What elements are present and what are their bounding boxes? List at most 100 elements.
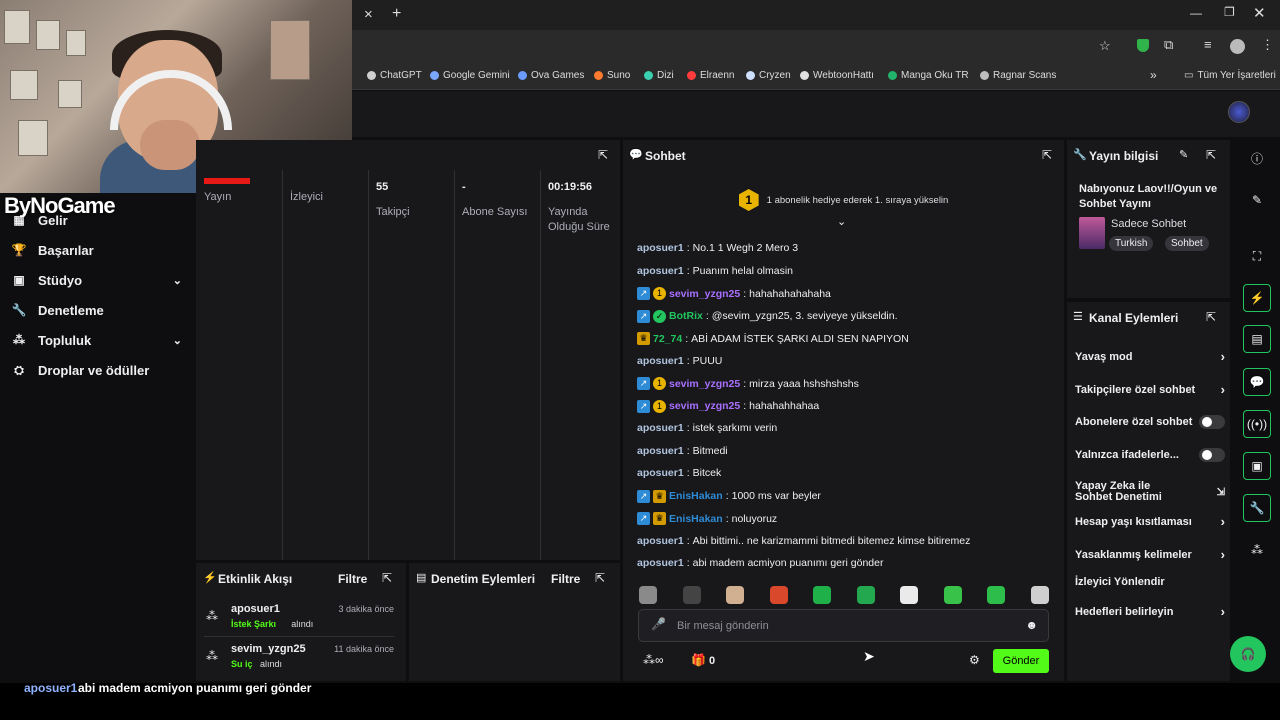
channel-action-item[interactable]: Yavaş mod › [1075,349,1225,364]
more-bookmarks-icon[interactable]: » [1150,68,1157,82]
bookmark-item[interactable]: Cryzen [746,70,791,81]
chat-username[interactable]: aposuer1 [637,242,684,254]
external-link-icon[interactable]: ⇲ [1217,487,1225,498]
emote-icon[interactable] [769,586,788,604]
chat-username[interactable]: sevim_yzgn25 [669,288,740,300]
chevron-down-icon[interactable]: ⌄ [173,274,182,287]
emote-icon[interactable] [900,586,918,604]
bookmark-item[interactable]: Ova Games [518,70,584,81]
mic-icon[interactable]: 🎤 [651,617,666,631]
edit-pencil-icon[interactable]: ✎ [1179,148,1188,161]
media-icon[interactable]: ≡ [1204,37,1212,52]
channel-action-item[interactable]: İzleyici Yönlendir [1075,576,1225,588]
emote-icon[interactable] [1030,586,1049,604]
bookmark-item[interactable]: Dizi [644,70,674,81]
channel-action-item[interactable]: Abonelere özel sohbet [1075,415,1225,429]
wrench-icon[interactable]: 🔧 [1243,494,1271,522]
new-tab-icon[interactable]: + [392,5,401,23]
minimize-icon[interactable]: — [1190,6,1202,20]
emote-icon[interactable] [813,586,831,604]
bookmark-item[interactable]: WebtoonHattı [800,70,874,81]
community-points-icon[interactable]: ⁂∞ [643,653,664,667]
profile-icon[interactable] [1230,39,1245,54]
chat-icon[interactable]: 💬 [1243,368,1271,396]
chevron-down-icon[interactable]: ⌄ [173,334,182,347]
chat-username[interactable]: sevim_yzgn25 [669,378,740,390]
chat-username[interactable]: 72_74 [653,333,682,345]
emote-icon[interactable] [639,586,657,604]
close-window-icon[interactable]: ✕ [1253,4,1266,22]
gift-icon[interactable]: 🎁 [691,653,706,667]
tag-pill[interactable]: Turkish [1109,236,1154,251]
emote-icon[interactable] [726,586,744,604]
chevron-right-icon[interactable]: › [1221,604,1225,619]
chat-username[interactable]: aposuer1 [637,445,684,457]
chat-username[interactable]: aposuer1 [637,422,684,434]
emote-icon[interactable] [682,586,701,604]
popout-icon[interactable]: ⇱ [1206,148,1216,162]
sidebar-item[interactable]: 🏆 Başarılar [12,238,182,262]
bookmark-item[interactable]: Google Gemini [430,70,510,81]
chat-username[interactable]: EnisHakan [669,513,723,525]
support-headset-icon[interactable]: 🎧 [1230,636,1266,672]
emote-icon[interactable] [987,586,1005,604]
emoji-icon[interactable]: ☻ [1025,618,1038,632]
channel-action-item[interactable]: Hedefleri belirleyin › [1075,604,1225,619]
popout-icon[interactable]: ⇱ [595,571,605,585]
chevron-right-icon[interactable]: › [1221,514,1225,529]
sidebar-item[interactable]: ⛭ Droplar ve ödüller [12,358,182,382]
chevron-right-icon[interactable]: › [1221,547,1225,562]
sidebar-item[interactable]: ▣ Stüdyo ⌄ [12,268,182,292]
chat-username[interactable]: aposuer1 [637,535,684,547]
screenshot-icon[interactable]: ⛶ [1243,242,1271,270]
chevron-right-icon[interactable]: › [1221,382,1225,397]
tag-pill[interactable]: Sohbet [1165,236,1209,251]
lightning-icon[interactable]: ⚡ [1243,284,1271,312]
channel-action-item[interactable]: Yapay Zeka ile Sohbet Denetimi ⇲ [1075,481,1225,503]
bookmark-item[interactable]: Manga Oku TR [888,70,969,81]
channel-action-item[interactable]: Yalnızca ifadelerle... [1075,448,1225,462]
notes-icon[interactable]: ▤ [1243,325,1271,353]
sidebar-item[interactable]: ⁂ Topluluk ⌄ [12,328,182,352]
emote-icon[interactable] [856,586,875,604]
emote-icon[interactable] [943,586,962,604]
popout-icon[interactable]: ⇱ [1042,148,1052,162]
popout-icon[interactable]: ⇱ [1206,310,1216,324]
send-button[interactable]: Gönder [993,649,1049,673]
maximize-icon[interactable]: ❐ [1224,5,1235,19]
chat-username[interactable]: aposuer1 [637,467,684,479]
star-icon[interactable]: ☆ [1099,38,1111,54]
channel-action-item[interactable]: Yasaklanmış kelimeler › [1075,547,1225,562]
activity-filter-button[interactable]: Filtre [338,572,367,586]
chat-username[interactable]: aposuer1 [637,265,684,277]
channel-action-item[interactable]: Takipçilere özel sohbet › [1075,382,1225,397]
broadcast-icon[interactable]: ((•)) [1243,410,1271,438]
info-icon[interactable]: ⓘ [1243,144,1271,172]
bookmark-item[interactable]: Elraenn [687,70,734,81]
menu-icon[interactable]: ⋮ [1261,37,1274,53]
bookmark-item[interactable]: Suno [594,70,630,81]
extensions-icon[interactable]: ⧉ [1164,37,1173,53]
toggle-switch[interactable] [1199,415,1225,429]
chevron-right-icon[interactable]: › [1221,349,1225,364]
popout-icon[interactable]: ⇱ [598,148,608,162]
chat-username[interactable]: aposuer1 [637,557,684,569]
toggle-switch[interactable] [1199,448,1225,462]
chat-input[interactable]: 🎤 Bir mesaj gönderin ☻ [638,609,1049,642]
user-avatar[interactable] [1228,101,1250,123]
community-icon[interactable]: ⁂ [1243,536,1271,564]
bookmark-item[interactable]: ChatGPT [367,70,422,81]
popout-icon[interactable]: ⇱ [382,571,392,585]
chat-username[interactable]: sevim_yzgn25 [669,400,740,412]
bookmark-item[interactable]: Ragnar Scans [980,70,1056,81]
pinned-toggle-icon[interactable]: ⌄ [837,215,846,228]
close-tab-icon[interactable]: × [364,6,373,23]
chat-username[interactable]: BotRix [669,310,703,322]
chat-username[interactable]: aposuer1 [637,355,684,367]
channel-action-item[interactable]: Hesap yaşı kısıtlaması › [1075,514,1225,529]
shield-icon[interactable] [1137,39,1149,52]
modlog-filter-button[interactable]: Filtre [551,572,580,586]
settings-gear-icon[interactable]: ⚙ [969,653,980,667]
video-icon[interactable]: ▣ [1243,452,1271,480]
sidebar-item[interactable]: 🔧 Denetleme [12,298,182,322]
